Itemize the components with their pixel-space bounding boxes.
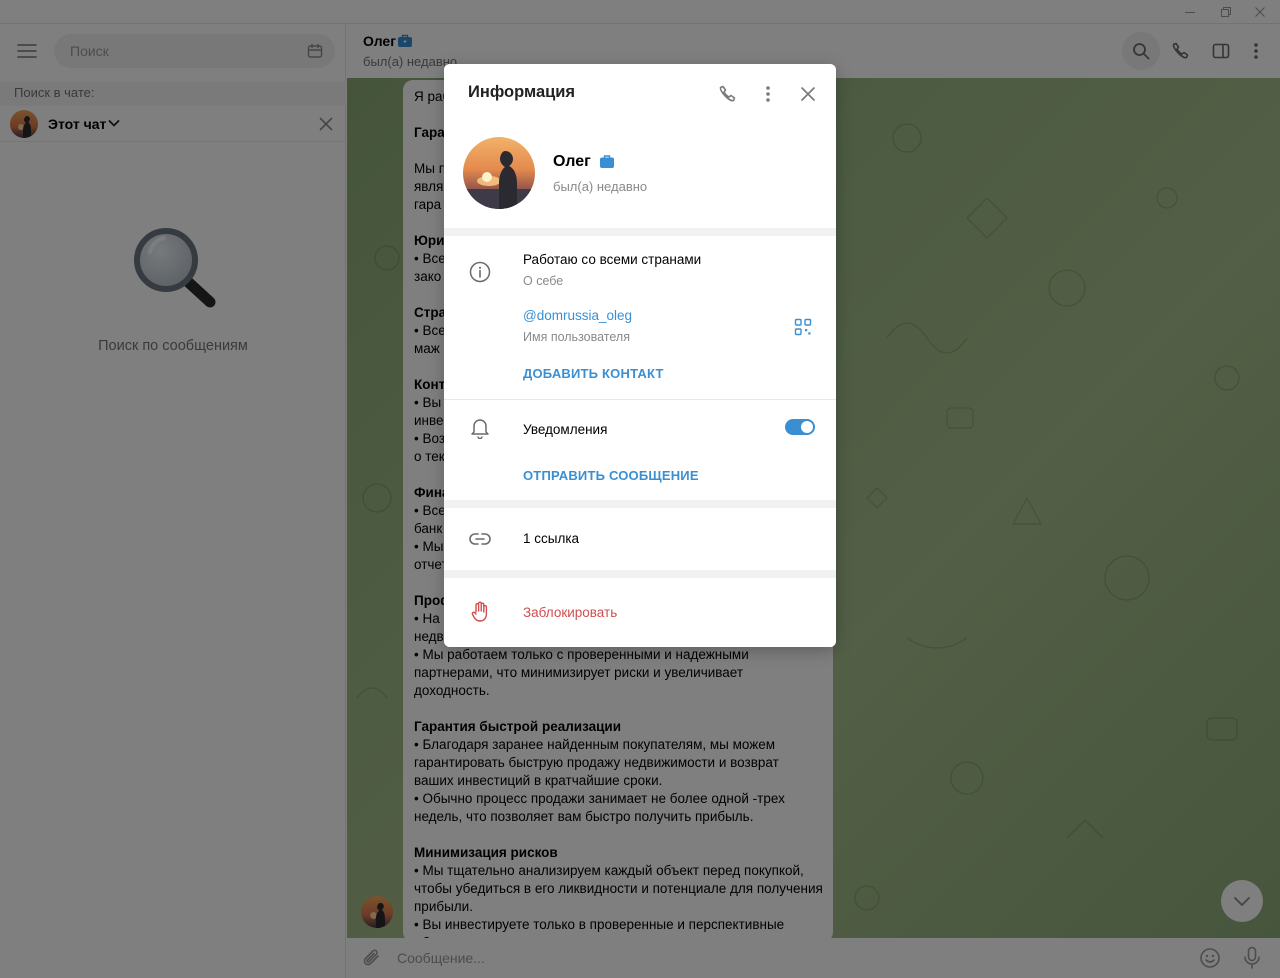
block-section[interactable]: Заблокировать xyxy=(444,578,836,647)
modal-more-button[interactable] xyxy=(753,79,783,109)
username-link[interactable]: @domrussia_oleg xyxy=(523,308,632,323)
modal-close-button[interactable] xyxy=(793,79,823,109)
info-icon-wrap xyxy=(468,260,492,284)
business-badge-icon xyxy=(600,155,614,168)
modal-title: Информация xyxy=(468,83,576,101)
bio-text[interactable]: Работаю со всеми странами xyxy=(523,252,701,267)
add-contact-button[interactable]: ДОБАВИТЬ КОНТАКТ xyxy=(523,366,664,381)
profile-status: был(а) недавно xyxy=(553,179,648,194)
bio-label: О себе xyxy=(523,274,564,288)
toggle-knob xyxy=(801,421,813,433)
profile-name: Олег xyxy=(553,153,591,170)
modal-call-button[interactable] xyxy=(713,79,743,109)
close-icon xyxy=(801,87,815,101)
divider xyxy=(444,399,836,400)
notifications-toggle[interactable] xyxy=(785,419,815,435)
send-message-button[interactable]: ОТПРАВИТЬ СООБЩЕНИЕ xyxy=(523,468,699,483)
info-modal: Информация Олег был(а) недавно Работаю с… xyxy=(444,64,836,647)
bell-icon xyxy=(471,419,489,439)
block-button[interactable]: Заблокировать xyxy=(523,605,617,620)
modal-header: Информация Олег был(а) недавно xyxy=(444,64,836,228)
links-count: 1 ссылка xyxy=(523,531,580,546)
notifications-label: Уведомления xyxy=(523,422,608,437)
more-vertical-icon xyxy=(766,86,770,102)
links-section[interactable]: 1 ссылка xyxy=(444,508,836,570)
info-icon xyxy=(469,261,491,283)
qr-code-icon[interactable] xyxy=(794,318,812,336)
phone-icon xyxy=(719,85,736,102)
link-icon-wrap xyxy=(468,527,492,551)
hand-icon-wrap xyxy=(468,600,492,624)
bell-icon-wrap xyxy=(468,416,492,440)
hand-stop-icon xyxy=(471,601,488,622)
profile-avatar[interactable] xyxy=(463,137,535,209)
link-icon xyxy=(469,533,491,545)
username-label: Имя пользователя xyxy=(523,330,630,344)
profile-info-section: Работаю со всеми странами О себе @domrus… xyxy=(444,236,836,500)
